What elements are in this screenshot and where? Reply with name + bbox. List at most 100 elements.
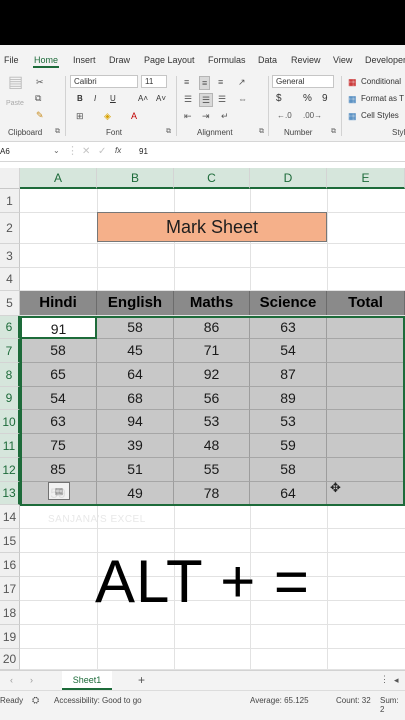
cell-d11[interactable]: 59 bbox=[250, 434, 327, 458]
accessibility-status[interactable]: Accessibility: Good to go bbox=[54, 696, 142, 705]
alignment-launcher-icon[interactable]: ⧉ bbox=[259, 128, 264, 136]
row-header-10[interactable]: 10 bbox=[0, 410, 20, 434]
accessibility-icon[interactable]: ⛭ bbox=[32, 695, 39, 706]
row-header-19[interactable]: 19 bbox=[0, 625, 20, 649]
tab-scroll-icon[interactable]: ⋮ bbox=[380, 674, 389, 685]
merge-center-icon[interactable]: ⇔ bbox=[238, 93, 247, 105]
row-header-11[interactable]: 11 bbox=[0, 434, 20, 458]
font-size-box[interactable]: 11 bbox=[141, 75, 167, 88]
formula-input[interactable]: 91 bbox=[139, 147, 148, 156]
cell-c6[interactable]: 86 bbox=[174, 316, 250, 339]
row-header-4[interactable]: 4 bbox=[0, 268, 20, 291]
row-header-6[interactable]: 6 bbox=[0, 316, 20, 339]
conditional-formatting-button[interactable]: Conditional bbox=[361, 76, 401, 88]
cancel-icon[interactable]: ✕ bbox=[82, 146, 90, 157]
align-top-icon[interactable]: ≡ bbox=[184, 76, 189, 88]
clipboard-launcher-icon[interactable]: ⧉ bbox=[55, 128, 60, 136]
column-header-e[interactable]: E bbox=[327, 168, 405, 189]
cell-a8[interactable]: 65 bbox=[20, 363, 97, 387]
row-header-13[interactable]: 13 bbox=[0, 482, 20, 505]
row-header-2[interactable]: 2 bbox=[0, 213, 20, 244]
font-color-icon[interactable]: A bbox=[131, 110, 137, 122]
row-header-14[interactable]: 14 bbox=[0, 505, 20, 529]
row-header-9[interactable]: 9 bbox=[0, 387, 20, 410]
row-header-12[interactable]: 12 bbox=[0, 458, 20, 482]
number-format-box[interactable]: General bbox=[272, 75, 334, 88]
increase-indent-icon[interactable]: ⇥ bbox=[202, 110, 210, 122]
tab-view[interactable]: View bbox=[333, 55, 352, 65]
quick-analysis-icon[interactable]: ▤ bbox=[48, 482, 70, 500]
tab-insert[interactable]: Insert bbox=[73, 55, 96, 65]
header-cell-total[interactable]: Total bbox=[327, 291, 405, 315]
row-header-8[interactable]: 8 bbox=[0, 363, 20, 387]
underline-button[interactable]: U bbox=[110, 93, 116, 105]
cell-e7[interactable] bbox=[327, 339, 405, 363]
shrink-font-button[interactable]: A˅ bbox=[156, 93, 166, 105]
align-center-icon[interactable]: ☰ bbox=[199, 93, 214, 107]
wrap-text-icon[interactable]: ↵ bbox=[221, 110, 229, 122]
cell-e12[interactable] bbox=[327, 458, 405, 482]
prev-sheet-icon[interactable]: ‹ bbox=[10, 675, 13, 685]
select-all-corner[interactable] bbox=[0, 168, 20, 189]
row-header-7[interactable]: 7 bbox=[0, 339, 20, 363]
cell-a11[interactable]: 75 bbox=[20, 434, 97, 458]
cell-a9[interactable]: 54 bbox=[20, 387, 97, 410]
scroll-left-icon[interactable]: ◂ bbox=[394, 675, 399, 686]
align-left-icon[interactable]: ☰ bbox=[184, 93, 192, 105]
column-header-d[interactable]: D bbox=[250, 168, 327, 189]
increase-decimal-icon[interactable]: ←.0 bbox=[277, 110, 292, 122]
decrease-indent-icon[interactable]: ⇤ bbox=[184, 110, 192, 122]
cell-a12[interactable]: 85 bbox=[20, 458, 97, 482]
tab-data[interactable]: Data bbox=[258, 55, 277, 65]
format-as-table-button[interactable]: Format as T bbox=[361, 93, 404, 105]
tab-developer[interactable]: Developer bbox=[365, 55, 405, 65]
decrease-decimal-icon[interactable]: .00→ bbox=[303, 110, 322, 122]
percent-button[interactable]: % bbox=[303, 93, 312, 105]
align-bottom-icon[interactable]: ≡ bbox=[218, 76, 223, 88]
cell-d10[interactable]: 53 bbox=[250, 410, 327, 434]
header-cell-science[interactable]: Science bbox=[250, 291, 327, 315]
add-sheet-button[interactable]: + bbox=[138, 673, 145, 687]
enter-icon[interactable]: ✓ bbox=[98, 146, 106, 157]
column-header-a[interactable]: A bbox=[20, 168, 97, 189]
cell-a10[interactable]: 63 bbox=[20, 410, 97, 434]
cell-e9[interactable] bbox=[327, 387, 405, 410]
cell-a7[interactable]: 58 bbox=[20, 339, 97, 363]
cell-d12[interactable]: 58 bbox=[250, 458, 327, 482]
header-cell-hindi[interactable]: Hindi bbox=[20, 291, 97, 315]
cell-b7[interactable]: 45 bbox=[97, 339, 174, 363]
cell-c13[interactable]: 78 bbox=[174, 482, 250, 505]
fill-color-icon[interactable]: ◈ bbox=[104, 110, 111, 122]
tab-review[interactable]: Review bbox=[291, 55, 321, 65]
italic-button[interactable]: I bbox=[94, 93, 96, 105]
align-right-icon[interactable]: ☰ bbox=[218, 93, 226, 105]
name-box-dropdown-icon[interactable]: ⌄ bbox=[53, 146, 60, 155]
cell-c10[interactable]: 53 bbox=[174, 410, 250, 434]
cut-icon[interactable]: ✂ bbox=[36, 76, 44, 88]
cell-b10[interactable]: 94 bbox=[97, 410, 174, 434]
bold-button[interactable]: B bbox=[77, 93, 83, 105]
tab-page-layout[interactable]: Page Layout bbox=[144, 55, 195, 65]
row-header-3[interactable]: 3 bbox=[0, 244, 20, 268]
cell-e8[interactable] bbox=[327, 363, 405, 387]
cell-c7[interactable]: 71 bbox=[174, 339, 250, 363]
paste-icon[interactable]: ▤ bbox=[8, 75, 23, 91]
cell-d9[interactable]: 89 bbox=[250, 387, 327, 410]
cell-b9[interactable]: 68 bbox=[97, 387, 174, 410]
row-header-1[interactable]: 1 bbox=[0, 189, 20, 213]
next-sheet-icon[interactable]: › bbox=[30, 675, 33, 685]
cell-a6[interactable]: 91 bbox=[20, 316, 97, 339]
cell-b12[interactable]: 51 bbox=[97, 458, 174, 482]
row-header-20[interactable]: 20 bbox=[0, 649, 20, 670]
cell-b13[interactable]: 49 bbox=[97, 482, 174, 505]
orientation-icon[interactable]: ↗ bbox=[238, 76, 246, 88]
cell-c9[interactable]: 56 bbox=[174, 387, 250, 410]
comma-button[interactable]: 9 bbox=[322, 93, 328, 105]
cell-e10[interactable] bbox=[327, 410, 405, 434]
cell-b8[interactable]: 64 bbox=[97, 363, 174, 387]
grow-font-button[interactable]: A˄ bbox=[138, 93, 148, 105]
format-as-table-icon[interactable]: ▦ bbox=[348, 93, 357, 105]
cell-c11[interactable]: 48 bbox=[174, 434, 250, 458]
align-middle-icon[interactable]: ≡ bbox=[199, 76, 211, 90]
mark-sheet-title[interactable]: Mark Sheet bbox=[97, 212, 327, 242]
